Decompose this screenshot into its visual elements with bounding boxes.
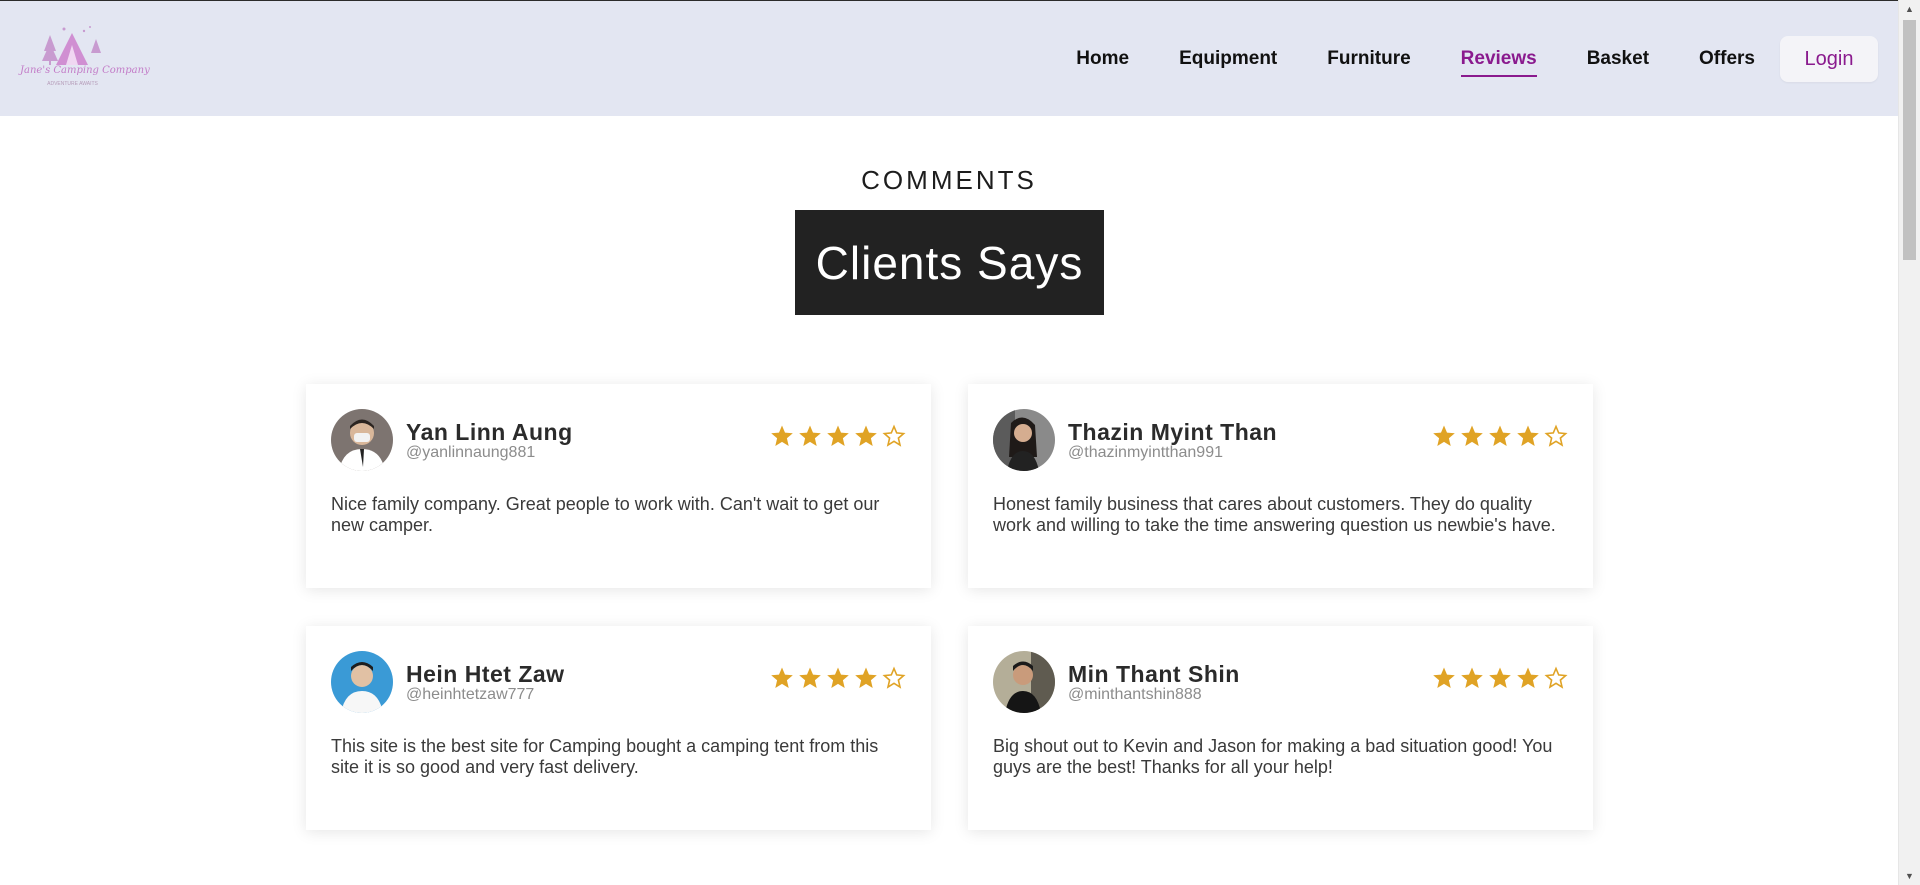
nav-home[interactable]: Home [1076,48,1129,70]
scrollbar-thumb[interactable] [1903,20,1916,260]
brand-logo[interactable]: Jane's Camping Company ADVENTURE AWAITS [20,21,150,91]
nav-basket[interactable]: Basket [1587,48,1649,70]
review-text: Honest family business that cares about … [993,494,1556,535]
nav-reviews[interactable]: Reviews [1460,48,1537,77]
avatar [993,409,1055,471]
reviewer-handle: @thazinmyintthan991 [1068,444,1223,461]
star-filled-icon [1461,667,1483,688]
logo-title: Jane's Camping Company [20,65,150,76]
star-empty-icon [882,424,906,447]
star-filled-icon [855,667,877,688]
review-card: Min Thant Shin @minthantshin888 Big shou… [968,626,1593,830]
page-scrollbar[interactable]: ▲ ▼ [1898,0,1920,885]
review-card: Yan Linn Aung @yanlinnaung881 Nice famil… [306,384,931,588]
star-filled-icon [1489,667,1511,688]
star-filled-icon [799,425,821,446]
star-empty-icon [882,666,906,689]
review-text: Big shout out to Kevin and Jason for mak… [993,736,1553,777]
star-filled-icon [1433,425,1455,446]
logo-tagline: ADVENTURE AWAITS [47,81,98,87]
avatar [331,409,393,471]
review-text: Nice family company. Great people to wor… [331,494,880,535]
reviewer-name: Hein Htet Zaw [406,661,565,687]
reviewer-handle: @heinhtetzaw777 [406,686,535,703]
star-filled-icon [855,425,877,446]
reviewer-name: Yan Linn Aung [406,419,573,445]
avatar [331,651,393,713]
login-button[interactable]: Login [1780,36,1878,82]
review-card: Thazin Myint Than @thazinmyintthan991 Ho… [968,384,1593,588]
star-filled-icon [771,667,793,688]
star-rating [766,666,906,690]
star-filled-icon [1517,667,1539,688]
star-empty-icon [1544,424,1568,447]
site-header: Jane's Camping Company ADVENTURE AWAITS … [0,0,1898,116]
section-title: Clients Says [795,210,1104,315]
section-kicker: COMMENTS [861,165,1037,195]
star-filled-icon [1517,425,1539,446]
page: Jane's Camping Company ADVENTURE AWAITS … [0,0,1920,885]
star-rating [766,424,906,448]
star-rating [1428,424,1568,448]
review-card: Hein Htet Zaw @heinhtetzaw777 This site … [306,626,931,830]
star-filled-icon [827,425,849,446]
scroll-down-arrow-icon[interactable]: ▼ [1899,867,1920,885]
nav-offers[interactable]: Offers [1699,48,1755,70]
star-empty-icon [1544,666,1568,689]
reviewer-name: Thazin Myint Than [1068,419,1278,445]
avatar [993,651,1055,713]
reviewer-handle: @yanlinnaung881 [406,444,536,461]
star-filled-icon [1489,425,1511,446]
star-filled-icon [799,667,821,688]
nav-equipment[interactable]: Equipment [1179,48,1277,70]
review-text: This site is the best site for Camping b… [331,736,879,777]
star-filled-icon [1433,667,1455,688]
main-nav: Home Equipment Furniture Reviews Basket … [1051,36,1878,82]
star-filled-icon [771,425,793,446]
star-filled-icon [1461,425,1483,446]
star-filled-icon [827,667,849,688]
reviewer-handle: @minthantshin888 [1068,686,1202,703]
scroll-up-arrow-icon[interactable]: ▲ [1899,0,1920,18]
nav-furniture[interactable]: Furniture [1327,48,1410,70]
reviewer-name: Min Thant Shin [1068,661,1240,687]
star-rating [1428,666,1568,690]
